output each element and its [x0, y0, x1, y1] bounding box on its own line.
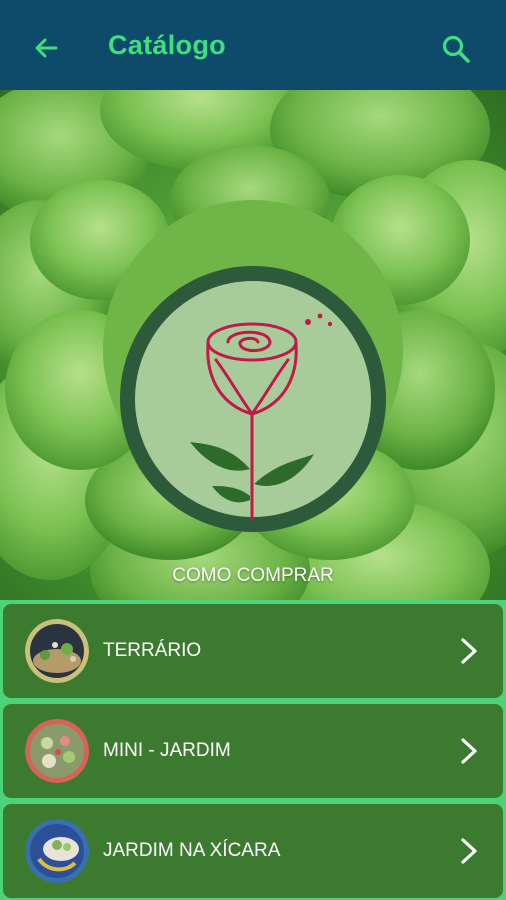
rose-logo-icon [120, 266, 386, 532]
hero-banner: COMO COMPRAR [0, 90, 506, 600]
catalog-item-jardim-na-xicara[interactable]: JARDIM NA XÍCARA [3, 804, 503, 898]
catalog-item-terrario[interactable]: TERRÁRIO [3, 604, 503, 698]
catalog-item-label: JARDIM NA XÍCARA [103, 840, 281, 861]
search-icon[interactable] [440, 33, 472, 65]
catalog-item-label: TERRÁRIO [103, 640, 202, 661]
chevron-right-icon [461, 638, 477, 664]
chevron-right-icon [461, 838, 477, 864]
terrarium-thumbnail [25, 619, 89, 683]
how-to-buy-link[interactable]: COMO COMPRAR [0, 565, 506, 587]
arrow-left-icon[interactable] [30, 32, 62, 64]
page-title: Catálogo [108, 30, 226, 60]
catalog-item-label: MINI - JARDIM [103, 740, 231, 761]
app-bar: Catálogo [0, 0, 506, 90]
mini-garden-thumbnail [25, 719, 89, 783]
chevron-right-icon [461, 738, 477, 764]
catalog-item-mini-jardim[interactable]: MINI - JARDIM [3, 704, 503, 798]
teacup-garden-thumbnail [25, 819, 89, 883]
